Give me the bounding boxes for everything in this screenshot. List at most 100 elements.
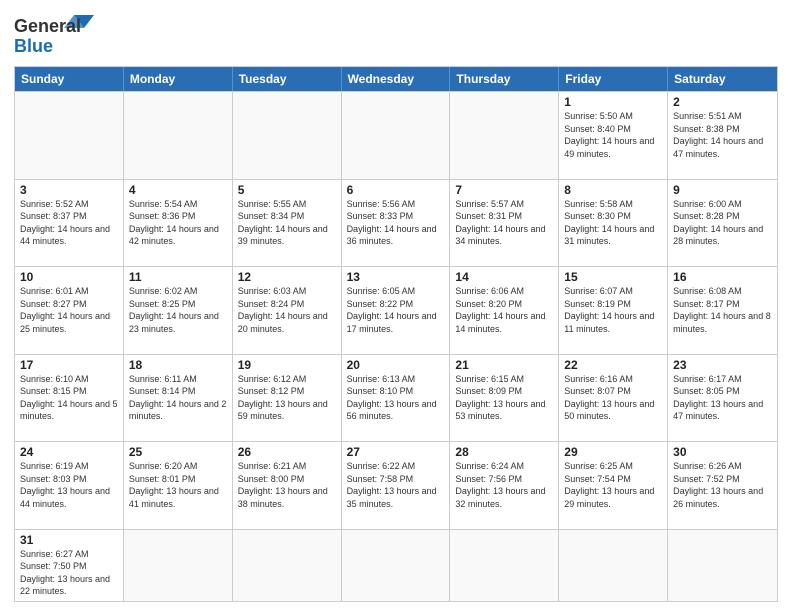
calendar-cell-w3-d6: 15Sunrise: 6:07 AMSunset: 8:19 PMDayligh… — [559, 267, 668, 354]
day-number: 20 — [347, 358, 445, 372]
calendar-cell-w3-d1: 10Sunrise: 6:01 AMSunset: 8:27 PMDayligh… — [15, 267, 124, 354]
day-number: 26 — [238, 445, 336, 459]
day-number: 28 — [455, 445, 553, 459]
day-info: Sunrise: 5:57 AMSunset: 8:31 PMDaylight:… — [455, 198, 553, 248]
day-info: Sunrise: 5:54 AMSunset: 8:36 PMDaylight:… — [129, 198, 227, 248]
calendar-cell-w3-d5: 14Sunrise: 6:06 AMSunset: 8:20 PMDayligh… — [450, 267, 559, 354]
calendar-cell-w1-d4 — [342, 92, 451, 179]
calendar-cell-w1-d1 — [15, 92, 124, 179]
calendar-cell-w1-d7: 2Sunrise: 5:51 AMSunset: 8:38 PMDaylight… — [668, 92, 777, 179]
calendar-cell-w2-d2: 4Sunrise: 5:54 AMSunset: 8:36 PMDaylight… — [124, 180, 233, 267]
day-info: Sunrise: 6:20 AMSunset: 8:01 PMDaylight:… — [129, 460, 227, 510]
day-info: Sunrise: 6:25 AMSunset: 7:54 PMDaylight:… — [564, 460, 662, 510]
calendar-week-5: 24Sunrise: 6:19 AMSunset: 8:03 PMDayligh… — [15, 441, 777, 529]
day-info: Sunrise: 6:08 AMSunset: 8:17 PMDaylight:… — [673, 285, 772, 335]
day-info: Sunrise: 6:01 AMSunset: 8:27 PMDaylight:… — [20, 285, 118, 335]
calendar-cell-w4-d2: 18Sunrise: 6:11 AMSunset: 8:14 PMDayligh… — [124, 355, 233, 442]
day-number: 3 — [20, 183, 118, 197]
day-info: Sunrise: 6:22 AMSunset: 7:58 PMDaylight:… — [347, 460, 445, 510]
day-info: Sunrise: 6:02 AMSunset: 8:25 PMDaylight:… — [129, 285, 227, 335]
day-info: Sunrise: 5:52 AMSunset: 8:37 PMDaylight:… — [20, 198, 118, 248]
day-info: Sunrise: 6:05 AMSunset: 8:22 PMDaylight:… — [347, 285, 445, 335]
day-number: 11 — [129, 270, 227, 284]
day-info: Sunrise: 5:56 AMSunset: 8:33 PMDaylight:… — [347, 198, 445, 248]
weekday-header-monday: Monday — [124, 67, 233, 91]
day-number: 27 — [347, 445, 445, 459]
day-number: 1 — [564, 95, 662, 109]
day-number: 13 — [347, 270, 445, 284]
calendar-cell-w6-d3 — [233, 530, 342, 601]
logo: GeneralBlue — [14, 10, 114, 60]
calendar-week-2: 3Sunrise: 5:52 AMSunset: 8:37 PMDaylight… — [15, 179, 777, 267]
calendar-cell-w2-d1: 3Sunrise: 5:52 AMSunset: 8:37 PMDaylight… — [15, 180, 124, 267]
day-number: 6 — [347, 183, 445, 197]
calendar-cell-w3-d4: 13Sunrise: 6:05 AMSunset: 8:22 PMDayligh… — [342, 267, 451, 354]
calendar-cell-w4-d4: 20Sunrise: 6:13 AMSunset: 8:10 PMDayligh… — [342, 355, 451, 442]
calendar-cell-w3-d7: 16Sunrise: 6:08 AMSunset: 8:17 PMDayligh… — [668, 267, 777, 354]
day-info: Sunrise: 5:55 AMSunset: 8:34 PMDaylight:… — [238, 198, 336, 248]
calendar-cell-w6-d7 — [668, 530, 777, 601]
day-number: 29 — [564, 445, 662, 459]
calendar-cell-w2-d7: 9Sunrise: 6:00 AMSunset: 8:28 PMDaylight… — [668, 180, 777, 267]
day-info: Sunrise: 5:58 AMSunset: 8:30 PMDaylight:… — [564, 198, 662, 248]
calendar-cell-w5-d2: 25Sunrise: 6:20 AMSunset: 8:01 PMDayligh… — [124, 442, 233, 529]
day-number: 14 — [455, 270, 553, 284]
svg-text:General: General — [14, 16, 81, 36]
day-info: Sunrise: 6:03 AMSunset: 8:24 PMDaylight:… — [238, 285, 336, 335]
day-info: Sunrise: 6:06 AMSunset: 8:20 PMDaylight:… — [455, 285, 553, 335]
weekday-header-tuesday: Tuesday — [233, 67, 342, 91]
day-info: Sunrise: 6:11 AMSunset: 8:14 PMDaylight:… — [129, 373, 227, 423]
day-number: 15 — [564, 270, 662, 284]
calendar-cell-w4-d7: 23Sunrise: 6:17 AMSunset: 8:05 PMDayligh… — [668, 355, 777, 442]
calendar-header-row: SundayMondayTuesdayWednesdayThursdayFrid… — [15, 67, 777, 91]
calendar-cell-w6-d5 — [450, 530, 559, 601]
calendar-cell-w5-d4: 27Sunrise: 6:22 AMSunset: 7:58 PMDayligh… — [342, 442, 451, 529]
day-info: Sunrise: 6:19 AMSunset: 8:03 PMDaylight:… — [20, 460, 118, 510]
day-number: 23 — [673, 358, 772, 372]
svg-text:Blue: Blue — [14, 36, 53, 56]
day-info: Sunrise: 5:50 AMSunset: 8:40 PMDaylight:… — [564, 110, 662, 160]
day-number: 2 — [673, 95, 772, 109]
calendar-body: 1Sunrise: 5:50 AMSunset: 8:40 PMDaylight… — [15, 91, 777, 601]
calendar-cell-w5-d7: 30Sunrise: 6:26 AMSunset: 7:52 PMDayligh… — [668, 442, 777, 529]
day-info: Sunrise: 6:16 AMSunset: 8:07 PMDaylight:… — [564, 373, 662, 423]
calendar-cell-w2-d4: 6Sunrise: 5:56 AMSunset: 8:33 PMDaylight… — [342, 180, 451, 267]
day-number: 12 — [238, 270, 336, 284]
weekday-header-saturday: Saturday — [668, 67, 777, 91]
calendar-cell-w3-d3: 12Sunrise: 6:03 AMSunset: 8:24 PMDayligh… — [233, 267, 342, 354]
weekday-header-thursday: Thursday — [450, 67, 559, 91]
calendar-cell-w4-d3: 19Sunrise: 6:12 AMSunset: 8:12 PMDayligh… — [233, 355, 342, 442]
day-number: 16 — [673, 270, 772, 284]
calendar-cell-w4-d1: 17Sunrise: 6:10 AMSunset: 8:15 PMDayligh… — [15, 355, 124, 442]
calendar-cell-w1-d3 — [233, 92, 342, 179]
day-info: Sunrise: 6:00 AMSunset: 8:28 PMDaylight:… — [673, 198, 772, 248]
day-number: 21 — [455, 358, 553, 372]
day-number: 5 — [238, 183, 336, 197]
calendar-week-3: 10Sunrise: 6:01 AMSunset: 8:27 PMDayligh… — [15, 266, 777, 354]
calendar-cell-w6-d4 — [342, 530, 451, 601]
day-info: Sunrise: 6:17 AMSunset: 8:05 PMDaylight:… — [673, 373, 772, 423]
day-number: 17 — [20, 358, 118, 372]
weekday-header-sunday: Sunday — [15, 67, 124, 91]
day-info: Sunrise: 6:27 AMSunset: 7:50 PMDaylight:… — [20, 548, 118, 598]
page: GeneralBlue SundayMondayTuesdayWednesday… — [0, 0, 792, 612]
day-number: 24 — [20, 445, 118, 459]
calendar-cell-w5-d1: 24Sunrise: 6:19 AMSunset: 8:03 PMDayligh… — [15, 442, 124, 529]
calendar-cell-w4-d6: 22Sunrise: 6:16 AMSunset: 8:07 PMDayligh… — [559, 355, 668, 442]
calendar-week-4: 17Sunrise: 6:10 AMSunset: 8:15 PMDayligh… — [15, 354, 777, 442]
calendar-week-1: 1Sunrise: 5:50 AMSunset: 8:40 PMDaylight… — [15, 91, 777, 179]
day-number: 7 — [455, 183, 553, 197]
calendar-cell-w5-d5: 28Sunrise: 6:24 AMSunset: 7:56 PMDayligh… — [450, 442, 559, 529]
calendar-cell-w6-d2 — [124, 530, 233, 601]
calendar-cell-w6-d1: 31Sunrise: 6:27 AMSunset: 7:50 PMDayligh… — [15, 530, 124, 601]
weekday-header-wednesday: Wednesday — [342, 67, 451, 91]
day-info: Sunrise: 6:13 AMSunset: 8:10 PMDaylight:… — [347, 373, 445, 423]
day-number: 9 — [673, 183, 772, 197]
calendar-cell-w2-d5: 7Sunrise: 5:57 AMSunset: 8:31 PMDaylight… — [450, 180, 559, 267]
weekday-header-friday: Friday — [559, 67, 668, 91]
day-number: 19 — [238, 358, 336, 372]
calendar-cell-w5-d6: 29Sunrise: 6:25 AMSunset: 7:54 PMDayligh… — [559, 442, 668, 529]
header: GeneralBlue — [14, 10, 778, 60]
calendar-cell-w2-d3: 5Sunrise: 5:55 AMSunset: 8:34 PMDaylight… — [233, 180, 342, 267]
calendar-cell-w1-d2 — [124, 92, 233, 179]
